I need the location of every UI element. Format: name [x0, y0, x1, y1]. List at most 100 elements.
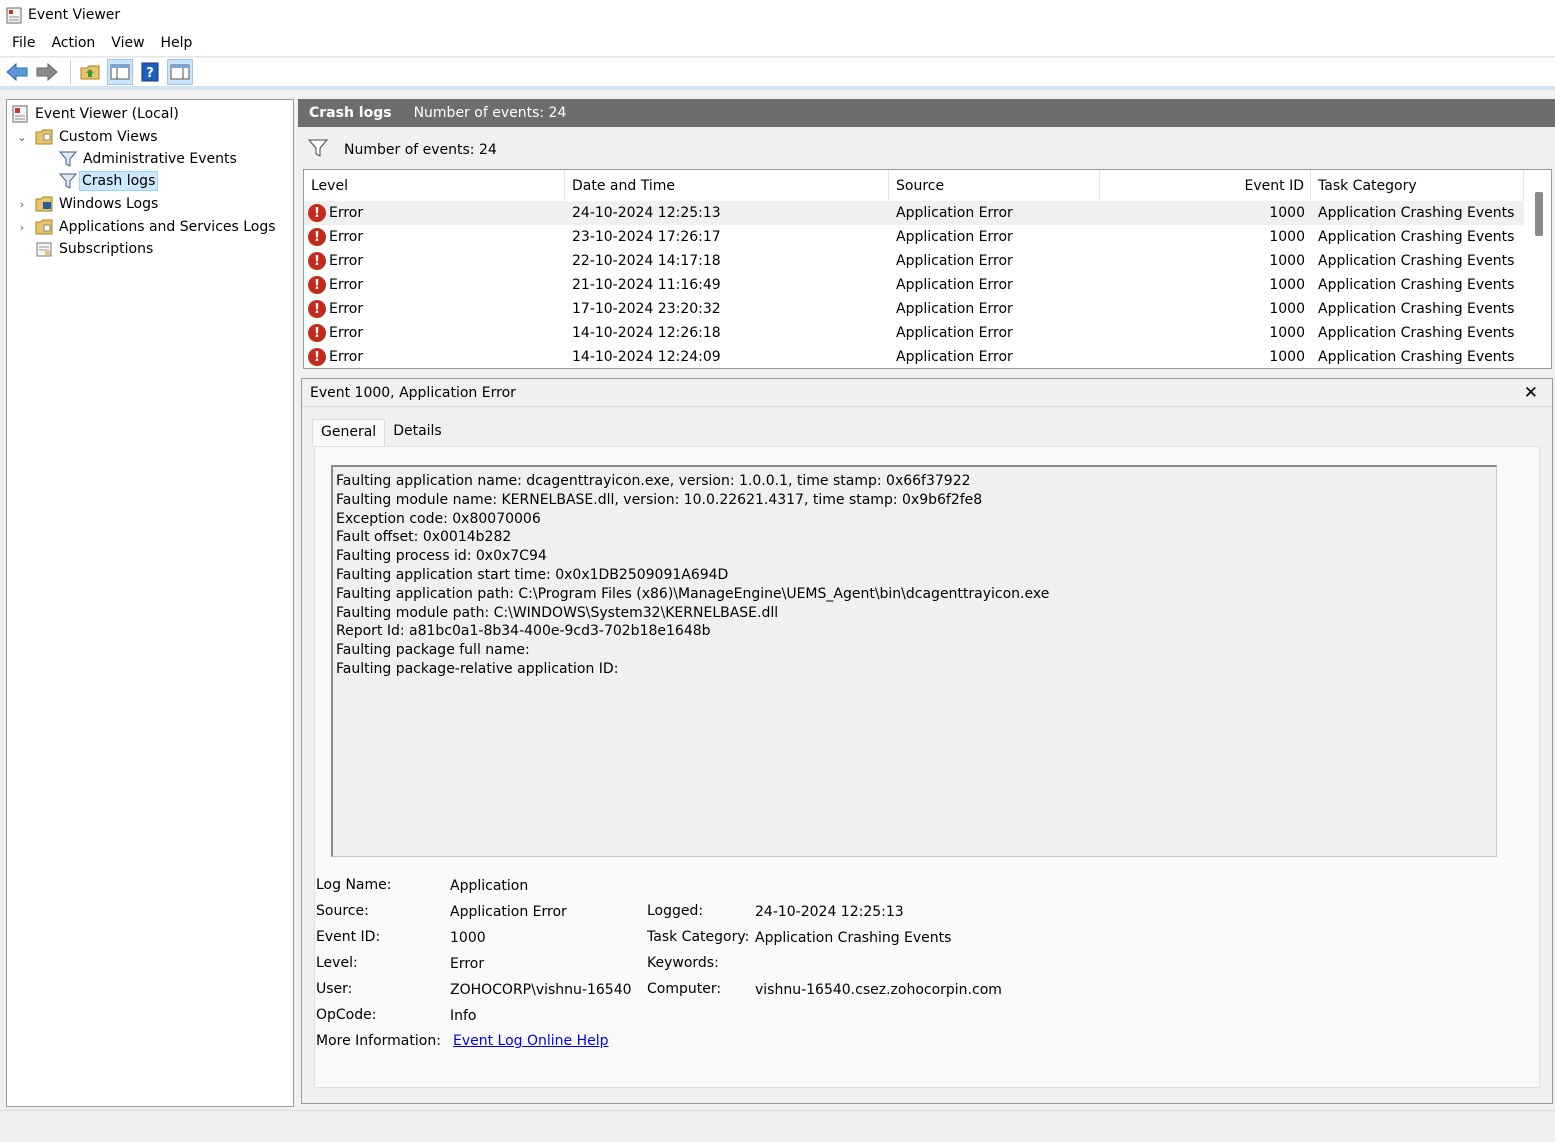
tree-item-applications-services-logs[interactable]: › Applications and Services Logs [15, 216, 276, 238]
cell-level: Error [329, 253, 364, 269]
cell-task-category: Application Crashing Events [1318, 253, 1515, 269]
cell-datetime: 22-10-2024 14:17:18 [572, 253, 721, 269]
event-log-online-help-link[interactable]: Event Log Online Help [453, 1033, 609, 1049]
cell-source: Application Error [896, 277, 1013, 293]
user-value: ZOHOCORP\vishnu-16540 [450, 982, 632, 998]
chevron-down-icon[interactable]: ⌄ [15, 131, 29, 144]
show-hide-action-pane-icon[interactable] [167, 59, 193, 85]
tree-item-label: Event Viewer (Local) [35, 106, 179, 122]
cell-datetime: 14-10-2024 12:26:18 [572, 325, 721, 341]
filter-icon [58, 172, 78, 190]
cell-level: Error [329, 205, 364, 221]
tree-item-crash-logs[interactable]: Crash logs [58, 170, 159, 192]
cell-event-id: 1000 [1269, 253, 1305, 269]
console-tree: Event Viewer (Local) ⌄ Custom Views Admi… [6, 99, 294, 1107]
column-header-task-category[interactable]: Task Category [1311, 170, 1524, 202]
tree-item-windows-logs[interactable]: › Windows Logs [15, 193, 158, 215]
level-value: Error [450, 956, 485, 972]
column-header-level[interactable]: Level [304, 170, 565, 202]
cell-event-id: 1000 [1269, 277, 1305, 293]
user-label: User: [316, 981, 353, 997]
column-header-source[interactable]: Source [889, 170, 1100, 202]
task-category-value: Application Crashing Events [755, 930, 952, 946]
table-row[interactable]: ! Error 14-10-2024 12:26:18 Application E… [304, 321, 1524, 345]
source-value: Application Error [450, 904, 567, 920]
cell-level: Error [329, 349, 364, 365]
logged-value: 24-10-2024 12:25:13 [755, 904, 904, 920]
menu-help[interactable]: Help [153, 35, 201, 51]
cell-event-id: 1000 [1269, 205, 1305, 221]
menu-file[interactable]: File [4, 35, 43, 51]
cell-event-id: 1000 [1269, 301, 1305, 317]
filter-bar: Number of events: 24 [302, 133, 1552, 167]
cell-task-category: Application Crashing Events [1318, 325, 1515, 341]
scrollbar-thumb[interactable] [1535, 192, 1543, 236]
filter-icon [307, 139, 329, 161]
source-label: Source: [316, 903, 369, 919]
logged-label: Logged: [647, 903, 704, 919]
event-id-value: 1000 [450, 930, 486, 946]
cell-level: Error [329, 229, 364, 245]
subscriptions-icon [35, 240, 53, 258]
tree-item-custom-views[interactable]: ⌄ Custom Views [15, 126, 157, 148]
table-row[interactable]: ! Error 24-10-2024 12:25:13 Application E… [304, 201, 1524, 225]
cell-event-id: 1000 [1269, 349, 1305, 365]
event-properties: Log Name: Application Source: Applicatio… [315, 447, 1541, 1087]
forward-arrow-icon[interactable] [34, 59, 60, 85]
view-event-count: Number of events: 24 [413, 105, 567, 121]
tree-item-administrative-events[interactable]: Administrative Events [58, 148, 237, 170]
folder-up-icon[interactable] [77, 59, 103, 85]
cell-source: Application Error [896, 301, 1013, 317]
task-category-label: Task Category: [647, 929, 750, 945]
events-grid: Level Date and Time Source Event ID Task… [303, 169, 1552, 369]
chevron-right-icon[interactable]: › [15, 198, 29, 211]
toolbar: ? [0, 58, 1555, 90]
computer-value: vishnu-16540.csez.zohocorpin.com [755, 982, 1002, 998]
back-arrow-icon[interactable] [4, 59, 30, 85]
tree-item-label: Applications and Services Logs [59, 219, 276, 235]
tree-item-subscriptions[interactable]: Subscriptions [35, 238, 153, 260]
table-row[interactable]: ! Error 14-10-2024 12:24:09 Application E… [304, 345, 1524, 368]
menu-action[interactable]: Action [43, 35, 103, 51]
filter-text: Number of events: 24 [344, 142, 497, 158]
cell-source: Application Error [896, 325, 1013, 341]
computer-label: Computer: [647, 981, 722, 997]
table-row[interactable]: ! Error 17-10-2024 23:20:32 Application E… [304, 297, 1524, 321]
error-icon: ! [308, 204, 326, 222]
tree-item-label: Crash logs [79, 171, 159, 191]
close-icon[interactable]: ✕ [1524, 383, 1538, 403]
cell-task-category: Application Crashing Events [1318, 229, 1515, 245]
cell-source: Application Error [896, 229, 1013, 245]
tab-general[interactable]: General [312, 419, 386, 447]
status-bar [0, 1110, 1555, 1142]
menu-view[interactable]: View [103, 35, 152, 51]
cell-level: Error [329, 325, 364, 341]
cell-event-id: 1000 [1269, 325, 1305, 341]
toolbar-separator [70, 60, 71, 84]
title-bar: Event Viewer [0, 0, 1555, 30]
cell-event-id: 1000 [1269, 229, 1305, 245]
table-row[interactable]: ! Error 23-10-2024 17:26:17 Application E… [304, 225, 1524, 249]
tab-details[interactable]: Details [385, 419, 450, 447]
chevron-right-icon[interactable]: › [15, 221, 29, 234]
keywords-label: Keywords: [647, 955, 719, 971]
window-title: Event Viewer [28, 7, 121, 23]
windows-logs-icon [35, 195, 53, 213]
tree-item-event-viewer-local[interactable]: Event Viewer (Local) [11, 103, 179, 125]
column-header-event-id[interactable]: Event ID [1100, 170, 1311, 202]
column-header-date-time[interactable]: Date and Time [565, 170, 889, 202]
tree-item-label: Administrative Events [83, 151, 237, 167]
view-header: Crash logs Number of events: 24 [298, 99, 1555, 127]
table-row[interactable]: ! Error 21-10-2024 11:16:49 Application E… [304, 273, 1524, 297]
help-icon[interactable]: ? [137, 59, 163, 85]
menu-bar: File Action View Help [0, 30, 1555, 57]
show-hide-console-tree-icon[interactable] [107, 59, 133, 85]
tree-item-label: Subscriptions [59, 241, 154, 257]
table-row[interactable]: ! Error 22-10-2024 14:17:18 Application E… [304, 249, 1524, 273]
view-name: Crash logs [309, 105, 392, 121]
cell-level: Error [329, 277, 364, 293]
event-viewer-icon [11, 105, 29, 123]
error-icon: ! [308, 228, 326, 246]
folder-icon [35, 218, 53, 236]
grid-vertical-scrollbar[interactable] [1527, 170, 1551, 368]
